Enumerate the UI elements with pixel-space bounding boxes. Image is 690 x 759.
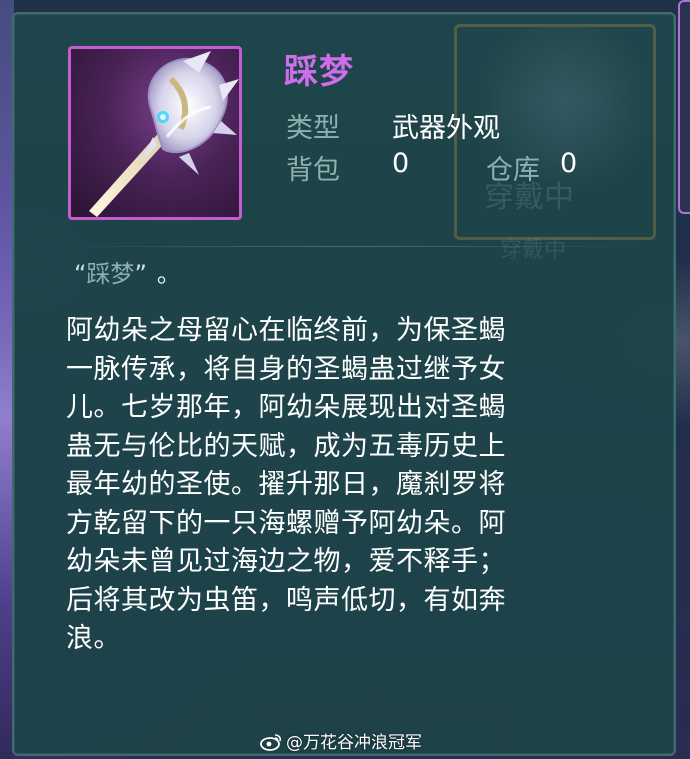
item-tooltip-panel: 穿戴中 穿戴中 踩梦 类型 武器外观 背包 0 仓库 0 “踩梦” 。 阿幼朵之… [12,12,676,756]
section-divider [54,246,644,247]
watermark-text: @万花谷冲浪冠军 [286,733,422,753]
item-name: 踩梦 [284,52,354,92]
item-quote: “踩梦” 。 [74,254,181,289]
storage-count: 0 [560,148,578,179]
description-line: 最年幼的圣使。擢升那日，魔刹罗将 [66,469,506,500]
type-label: 类型 [286,113,340,144]
quote-text: 踩梦 [86,260,135,288]
type-value: 武器外观 [392,113,500,144]
staff-weapon-icon [89,51,239,217]
right-edge-card [678,0,690,214]
description-line: 幼朵未曾见过海边之物，爱不释手； [66,546,506,577]
quote-close-mark: ” [134,260,147,288]
item-icon-frame[interactable] [68,46,242,220]
faded-background-text: 穿戴中 [500,238,567,263]
description-line: 儿。七岁那年，阿幼朵展现出对圣蝎 [66,392,506,423]
bag-count: 0 [392,148,410,179]
item-description: 阿幼朵之母留心在临终前，为保圣蝎 一脉传承，将自身的圣蝎蛊过继予女 儿。七岁那年… [66,312,646,659]
storage-label: 仓库 [486,155,540,186]
bag-label: 背包 [286,155,340,186]
description-line: 浪。 [66,623,121,654]
description-line: 阿幼朵之母留心在临终前，为保圣蝎 [66,315,506,346]
description-line: 后将其改为虫笛，鸣声低切，有如奔 [66,584,506,616]
description-line: 蛊无与伦比的天赋，成为五毒历史上 [66,430,506,462]
weibo-icon [260,733,282,756]
quote-period: 。 [156,260,181,288]
weibo-watermark: @万花谷冲浪冠军 [260,728,422,756]
description-line: 方乾留下的一只海螺赠予阿幼朵。阿 [66,507,506,539]
description-line: 一脉传承，将自身的圣蝎蛊过继予女 [66,353,506,385]
quote-open-mark: “ [74,260,87,288]
